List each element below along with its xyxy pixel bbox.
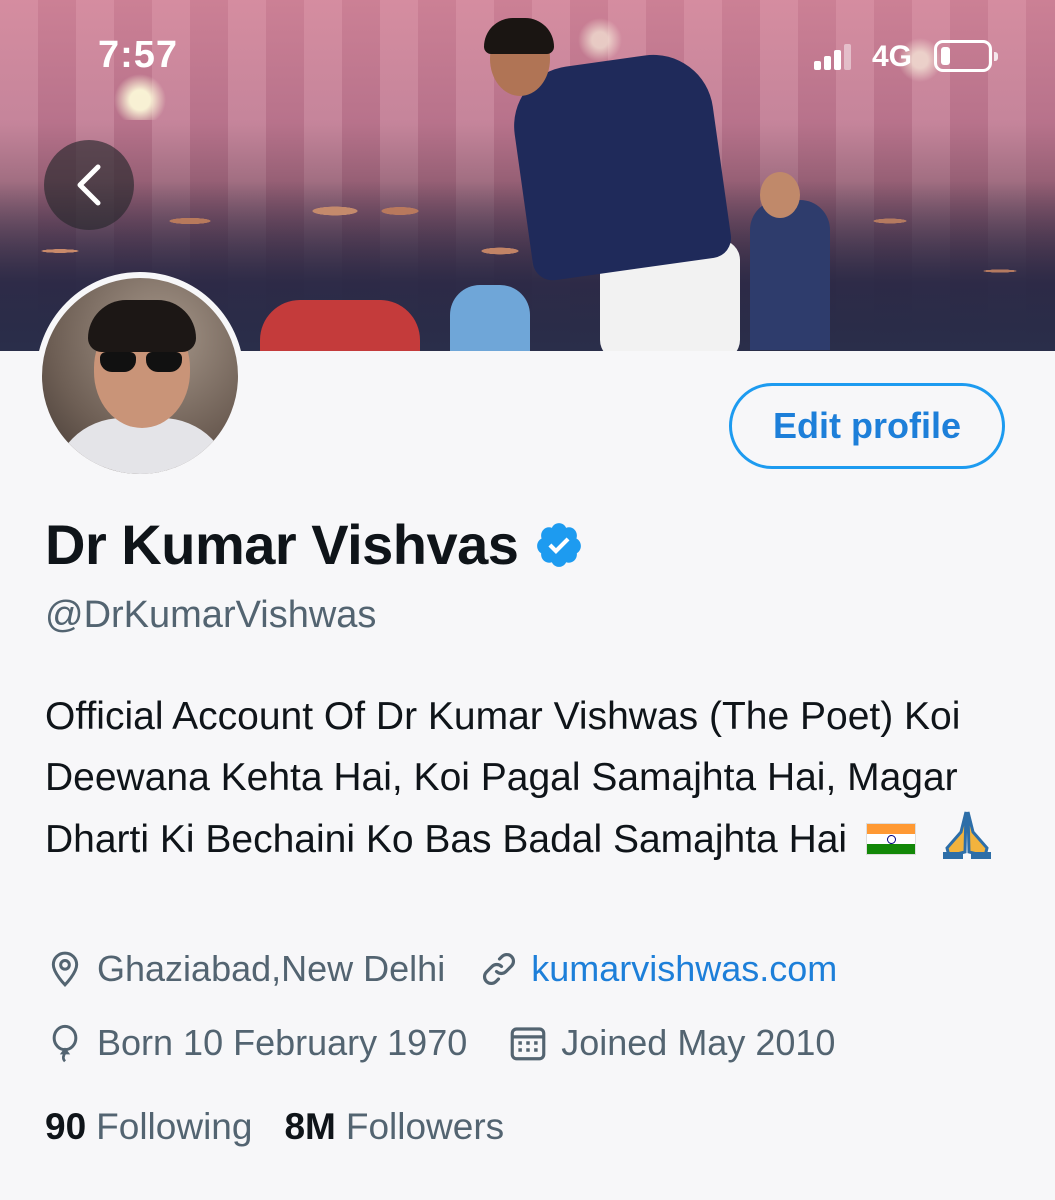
signal-icon [814,44,854,70]
status-time: 7:57 [98,34,179,76]
bio-text: Official Account Of Dr Kumar Vishwas (Th… [45,695,961,861]
battery-icon [934,40,998,72]
location-icon [51,951,79,987]
location-text: Ghaziabad,New Delhi [97,948,446,989]
user-handle: @DrKumarVishwas [45,594,377,636]
followers-label: Followers [345,1106,505,1147]
bio: Official Account Of Dr Kumar Vishwas (Th… [45,686,1005,870]
display-name: Dr Kumar Vishvas [45,512,584,577]
followers-count: 8M [284,1106,336,1147]
calendar-icon [510,1027,546,1061]
folded-hands-icon [942,811,991,859]
link-icon [483,953,516,985]
profile-meta-row-1: Ghaziabad,New Delhi kumarvishwas.com [45,948,837,990]
followers-link[interactable]: 8M Followers [284,1106,504,1148]
following-count: 90 [45,1106,87,1147]
join-date-text: Joined May 2010 [561,1022,836,1063]
website-link[interactable]: kumarvishwas.com [531,948,837,990]
following-link[interactable]: 90 Following [45,1106,252,1148]
profile-meta-row-2: Born 10 February 1970 Joined May 2010 [45,1022,835,1064]
join-date: Joined May 2010 [507,1022,835,1064]
back-icon [77,164,101,206]
birthday: Born 10 February 1970 [45,1022,467,1064]
india-flag-icon [865,823,916,855]
birthday-balloon-icon [52,1024,78,1063]
location: Ghaziabad,New Delhi [45,948,445,990]
edit-profile-button[interactable]: Edit profile [729,383,1005,469]
display-name-text: Dr Kumar Vishvas [45,513,519,576]
back-button[interactable] [44,140,134,230]
verified-badge-icon [537,522,582,567]
avatar[interactable] [36,272,244,480]
network-label: 4G [872,40,913,73]
follow-stats: 90 Following 8M Followers [45,1106,536,1148]
birthday-text: Born 10 February 1970 [97,1022,468,1063]
following-label: Following [96,1106,253,1147]
website[interactable]: kumarvishwas.com [479,948,837,990]
